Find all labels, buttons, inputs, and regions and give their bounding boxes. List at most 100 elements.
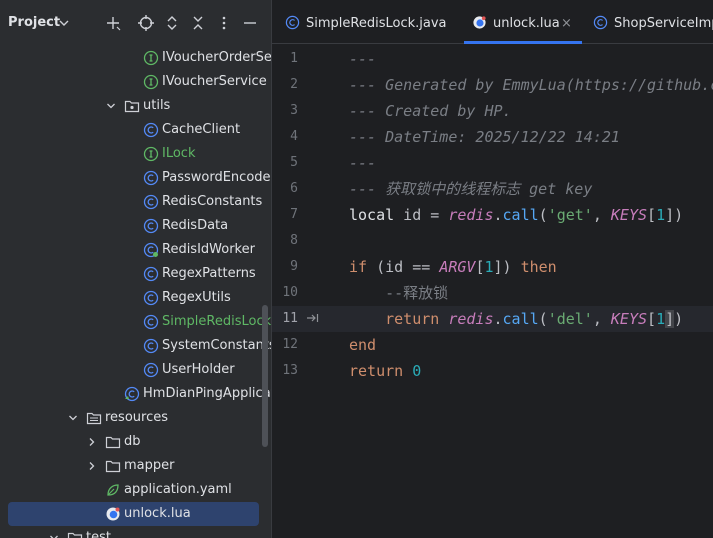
line-number: 3 bbox=[290, 103, 298, 118]
tree-item-db[interactable]: db bbox=[0, 430, 271, 454]
tree-item-ivoucherorderservice[interactable]: IVoucherOrderServ bbox=[0, 46, 271, 70]
code-line[interactable]: --- bbox=[349, 46, 376, 72]
project-panel-title[interactable]: Project bbox=[8, 15, 60, 30]
tree-item-label: CacheClient bbox=[162, 122, 241, 137]
code-line[interactable]: --- Generated by EmmyLua(https://github.… bbox=[349, 72, 713, 98]
code-token: --- 获取锁中的线程标志 get key bbox=[349, 180, 593, 198]
code-token: call bbox=[502, 310, 539, 328]
tree-item-test[interactable]: test bbox=[0, 526, 271, 538]
code-line[interactable]: --- 获取锁中的线程标志 get key bbox=[349, 176, 592, 202]
class-icon bbox=[143, 122, 159, 138]
code-token: local bbox=[349, 206, 395, 224]
tree-item-passwordencoder[interactable]: PasswordEncoder bbox=[0, 166, 271, 190]
tree-item-ivoucherservice[interactable]: IVoucherService bbox=[0, 70, 271, 94]
line-number: 4 bbox=[290, 129, 298, 144]
tree-item-redisconstants[interactable]: RedisConstants bbox=[0, 190, 271, 214]
tree-item-label: SystemConstants bbox=[162, 338, 271, 353]
code-token: return bbox=[349, 362, 404, 380]
line-number: 6 bbox=[290, 181, 298, 196]
tree-item-systemconstants[interactable]: SystemConstants bbox=[0, 334, 271, 358]
tree-item-simpleredislock[interactable]: SimpleRedisLock bbox=[0, 310, 271, 334]
chevron-down-icon[interactable] bbox=[49, 533, 59, 538]
line-number: 12 bbox=[282, 337, 298, 352]
chevron-down-icon[interactable] bbox=[106, 101, 116, 111]
tab-shopserviceimpl-java[interactable]: ShopServiceImpl.j bbox=[590, 0, 713, 44]
tree-item-mapper[interactable]: mapper bbox=[0, 454, 271, 478]
code-line[interactable]: end bbox=[349, 332, 376, 358]
code-line[interactable]: return redis.call('del', KEYS[1]) bbox=[349, 306, 683, 332]
tree-item-label: resources bbox=[105, 410, 169, 425]
tree-item-utils[interactable]: utils bbox=[0, 94, 271, 118]
editor-area: SimpleRedisLock.java unlock.lua × ShopSe… bbox=[271, 0, 713, 538]
tree-item-userholder[interactable]: UserHolder bbox=[0, 358, 271, 382]
tree-item-ilock[interactable]: ILock bbox=[0, 142, 271, 166]
tree-item-cacheclient[interactable]: CacheClient bbox=[0, 118, 271, 142]
tree-item-regexutils[interactable]: RegexUtils bbox=[0, 286, 271, 310]
tree-item-label: mapper bbox=[124, 458, 175, 473]
tab-simpleredislock-java[interactable]: SimpleRedisLock.java bbox=[282, 0, 454, 44]
hide-panel-icon[interactable] bbox=[241, 14, 259, 32]
class-icon bbox=[143, 266, 159, 282]
chevron-down-icon[interactable] bbox=[68, 413, 78, 423]
tree-item-regexpatterns[interactable]: RegexPatterns bbox=[0, 262, 271, 286]
code-line[interactable]: if (id == ARGV[1]) then bbox=[349, 254, 557, 280]
code-token: ] bbox=[665, 310, 675, 328]
tree-item-label: SimpleRedisLock bbox=[162, 314, 271, 329]
interface-icon bbox=[143, 50, 159, 66]
folder-icon bbox=[67, 532, 83, 538]
code-line[interactable]: local id = redis.call('get', KEYS[1]) bbox=[349, 202, 683, 228]
tree-item-application-yaml[interactable]: application.yaml bbox=[0, 478, 271, 502]
spring-config-icon bbox=[107, 484, 119, 496]
line-number: 8 bbox=[290, 233, 298, 248]
code-token: (id == bbox=[367, 258, 440, 276]
class-icon bbox=[143, 170, 159, 186]
chevron-down-icon[interactable] bbox=[58, 17, 70, 29]
lua-file-icon bbox=[473, 16, 486, 29]
code-line[interactable]: --- bbox=[349, 150, 376, 176]
code-token: , bbox=[592, 310, 611, 328]
code-token: id = bbox=[394, 206, 449, 224]
class-icon bbox=[285, 15, 300, 30]
tree-item-unlock-lua[interactable]: unlock.lua bbox=[8, 502, 259, 526]
expand-all-icon[interactable] bbox=[163, 14, 181, 32]
code-token: --- Generated by EmmyLua(https://github.… bbox=[349, 76, 713, 94]
code-line[interactable]: return 0 bbox=[349, 358, 421, 384]
code-line[interactable]: --- DateTime: 2025/12/22 14:21 bbox=[349, 124, 620, 150]
package-icon bbox=[124, 100, 140, 113]
locate-target-icon[interactable] bbox=[137, 14, 155, 32]
tree-item-hmdianpingapplication[interactable]: HmDianPingApplicatio bbox=[0, 382, 271, 406]
code-line[interactable]: --释放锁 bbox=[349, 280, 448, 306]
spring-boot-class-icon bbox=[124, 386, 140, 402]
collapse-all-icon[interactable] bbox=[189, 14, 207, 32]
tree-item-label: RedisConstants bbox=[162, 194, 263, 209]
tree-item-redisidworker[interactable]: RedisIdWorker bbox=[0, 238, 271, 262]
tree-item-label: PasswordEncoder bbox=[162, 170, 271, 185]
tree-item-resources[interactable]: resources bbox=[0, 406, 271, 430]
tree-item-label: RegexUtils bbox=[162, 290, 231, 305]
class-icon bbox=[143, 362, 159, 378]
tree-item-label: test bbox=[86, 530, 111, 538]
project-tool-window: Project IVoucherOrderServ bbox=[0, 0, 271, 538]
code-line[interactable]: --- Created by HP. bbox=[349, 98, 512, 124]
interface-icon bbox=[143, 74, 159, 90]
tree-item-label: ILock bbox=[162, 146, 196, 161]
tab-unlock-lua[interactable]: unlock.lua × bbox=[464, 0, 582, 44]
tree-item-label: RedisIdWorker bbox=[162, 242, 255, 257]
tree-item-redisdata[interactable]: RedisData bbox=[0, 214, 271, 238]
interface-icon bbox=[143, 146, 159, 162]
tree-item-label: RegexPatterns bbox=[162, 266, 256, 281]
tree-scrollbar[interactable] bbox=[262, 305, 268, 447]
code-token: ( bbox=[538, 206, 548, 224]
close-tab-icon[interactable]: × bbox=[561, 16, 572, 31]
more-options-icon[interactable] bbox=[215, 14, 233, 32]
class-icon bbox=[143, 194, 159, 210]
add-icon[interactable] bbox=[104, 14, 122, 32]
chevron-right-icon[interactable] bbox=[87, 461, 97, 471]
code-token: , bbox=[592, 206, 611, 224]
chevron-right-icon[interactable] bbox=[87, 437, 97, 447]
code-token: ( bbox=[538, 310, 548, 328]
tree-item-label: HmDianPingApplicatio bbox=[143, 386, 271, 401]
code-token: [ bbox=[647, 310, 657, 328]
code-token: ]) bbox=[493, 258, 521, 276]
